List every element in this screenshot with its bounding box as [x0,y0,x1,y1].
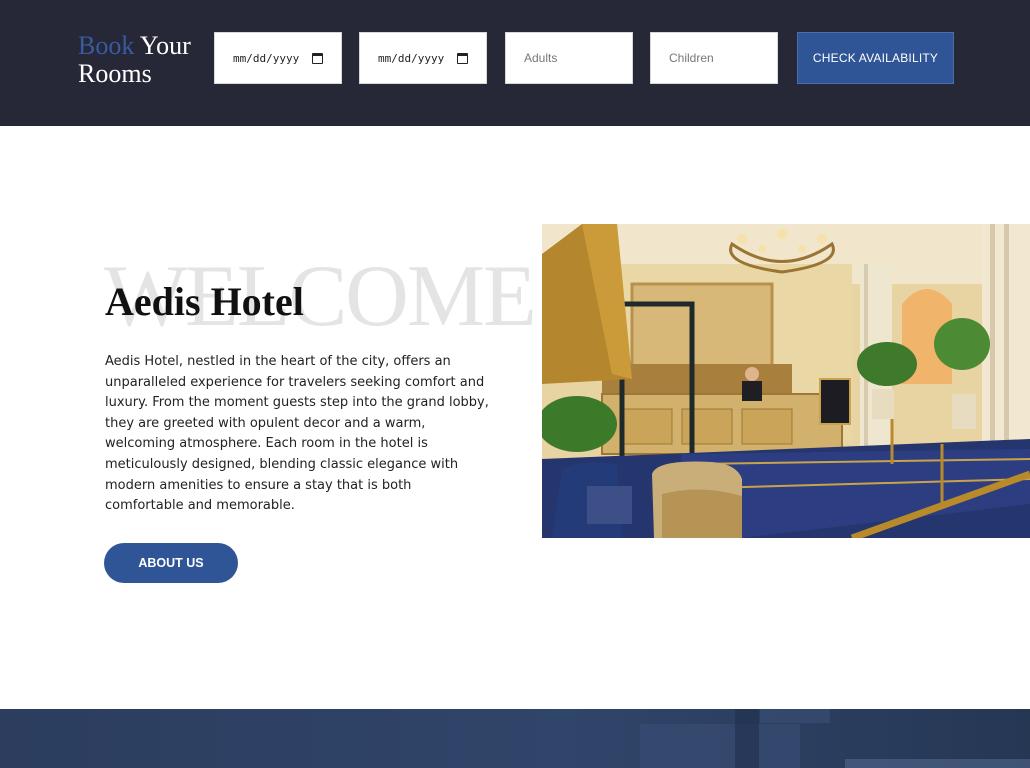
calendar-icon[interactable] [457,52,468,64]
check-out-date-input[interactable]: mm/dd/yyyy [359,32,487,84]
about-us-button[interactable]: ABOUT US [104,543,238,583]
check-in-date-input[interactable]: mm/dd/yyyy [214,32,342,84]
booking-title-rest: Your [139,31,191,60]
booking-title-line2: Rooms [78,59,152,88]
booking-title: Book Your Rooms [78,32,191,88]
adults-input[interactable]: Adults [505,32,633,84]
children-placeholder: Children [669,51,714,65]
adults-placeholder: Adults [524,51,558,65]
check-in-date-value: mm/dd/yyyy [233,51,300,65]
hotel-name-heading: Aedis Hotel [105,279,304,324]
booking-bar: Book Your Rooms mm/dd/yyyy mm/dd/yyyy Ad… [0,0,1030,126]
check-availability-button[interactable]: CHECK AVAILABILITY [797,32,954,84]
hotel-description: Aedis Hotel, nestled in the heart of the… [105,354,489,514]
booking-title-accent: Book [78,31,135,60]
hotel-lobby-image [542,224,1030,538]
check-out-date-value: mm/dd/yyyy [378,51,445,65]
calendar-icon[interactable] [312,52,323,64]
children-input[interactable]: Children [650,32,778,84]
next-section-banner [0,709,1030,768]
